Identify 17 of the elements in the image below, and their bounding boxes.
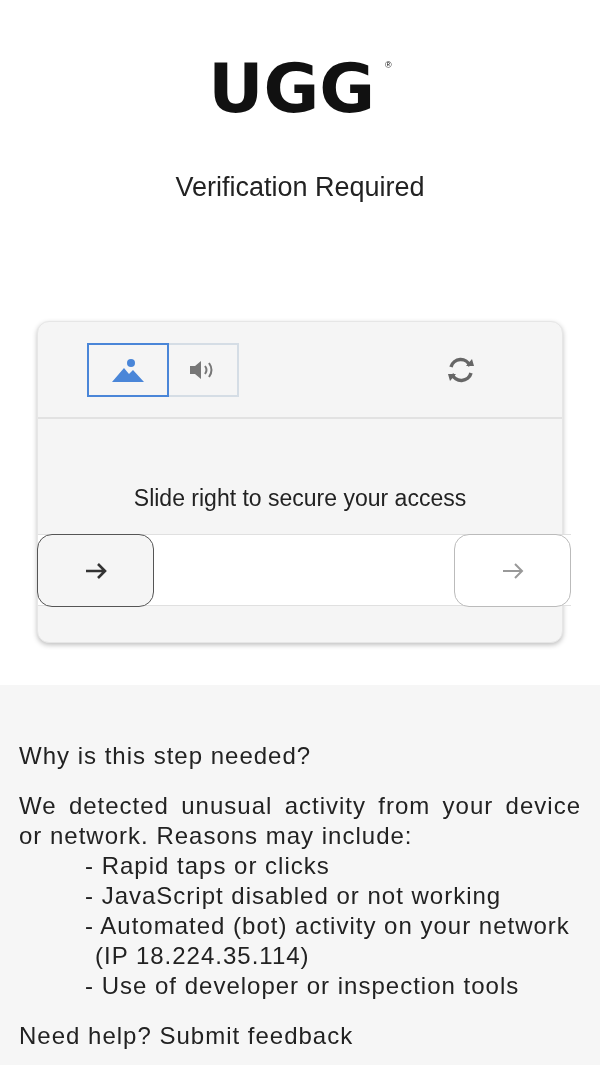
- slider-handle[interactable]: [37, 534, 154, 607]
- audio-tab[interactable]: [169, 342, 239, 397]
- help-text: Need help? Submit feedback: [19, 1021, 355, 1051]
- reason-item: - Use of developer or inspection tools: [85, 971, 521, 1001]
- reason-item: - Rapid taps or clicks: [85, 851, 331, 881]
- brand-logo: UGG: [208, 52, 377, 126]
- arrow-right-icon: [83, 561, 108, 580]
- registered-mark: ®: [385, 60, 392, 70]
- image-tab[interactable]: [87, 342, 169, 397]
- reason-item: - Automated (bot) activity on your network (IP 18.224.35.114): [85, 911, 571, 971]
- page-title: Verification Required: [174, 172, 426, 203]
- arrow-right-icon: [500, 561, 525, 580]
- reason-item: - JavaScript disabled or not working: [85, 881, 503, 911]
- explanation-text: We detected unusual activity from your device or network. Reasons may include:: [19, 791, 581, 851]
- image-icon: [110, 356, 146, 383]
- slide-instruction: Slide right to secure your access: [132, 485, 468, 512]
- section-heading: Why is this step needed?: [19, 741, 313, 771]
